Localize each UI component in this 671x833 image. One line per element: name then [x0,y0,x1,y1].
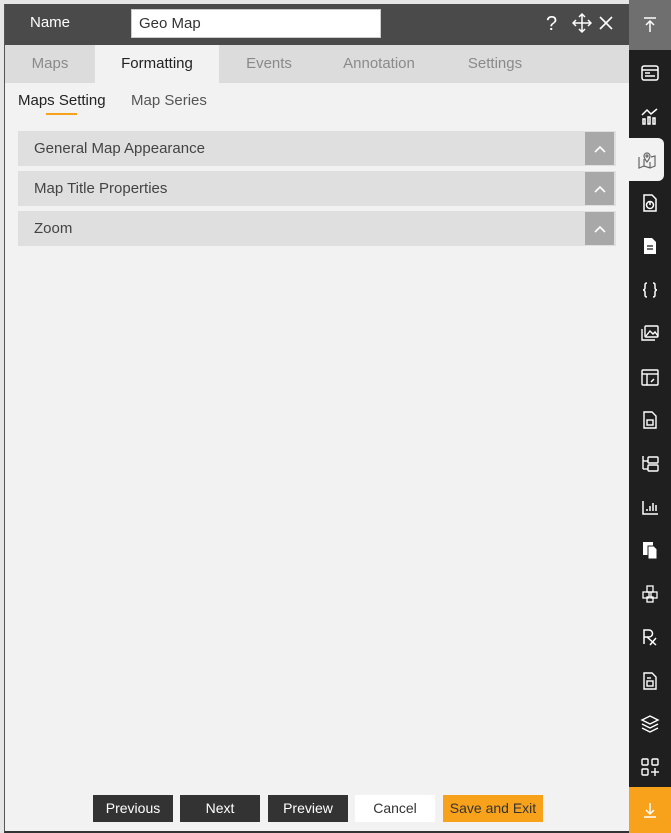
section-general-map-appearance[interactable]: General Map Appearance [18,131,616,166]
active-subtab-indicator [46,113,77,115]
copy-icon[interactable] [629,528,671,571]
section-title: Map Title Properties [34,180,168,197]
chevron-up-icon[interactable] [585,172,614,205]
preview-button[interactable]: Preview [268,795,348,822]
panel-header: Name ? [5,4,630,45]
pie-report-icon[interactable] [629,181,671,224]
tab-events[interactable]: Events [219,45,319,83]
chevron-up-icon[interactable] [585,132,614,165]
section-title: General Map Appearance [34,140,205,157]
name-label: Name [30,14,71,31]
cancel-button[interactable]: Cancel [355,795,435,822]
calculator-icon[interactable] [629,398,671,441]
rx-icon[interactable] [629,615,671,658]
cubes-icon[interactable] [629,572,671,615]
subtab-maps-setting[interactable]: Maps Setting [18,92,106,109]
question-icon[interactable]: ? [546,12,557,36]
layers-icon[interactable] [629,702,671,745]
document-icon[interactable] [629,224,671,267]
close-icon[interactable] [598,12,614,40]
tree-icon[interactable] [629,441,671,484]
tab-settings[interactable]: Settings [439,45,551,83]
name-input[interactable] [131,9,381,38]
calendar-icon[interactable] [629,355,671,398]
image-icon[interactable] [629,311,671,354]
previous-button[interactable]: Previous [93,795,173,822]
properties-panel: Name ? Maps Formatting Events Annotation… [4,4,630,833]
chevron-up-icon[interactable] [585,212,614,245]
tab-bar: Maps Formatting Events Annotation Settin… [5,45,630,83]
add-widget-icon[interactable] [629,745,671,788]
tab-maps[interactable]: Maps [5,45,95,83]
map-icon[interactable] [629,138,664,181]
scroll-bottom-icon[interactable] [629,787,671,833]
scroll-top-icon[interactable] [629,0,671,50]
section-zoom[interactable]: Zoom [18,211,616,246]
bar-chart-icon[interactable] [629,485,671,528]
save-and-exit-button[interactable]: Save and Exit [443,795,543,822]
section-title: Zoom [34,220,73,237]
code-braces-icon[interactable] [629,268,671,311]
move-icon[interactable] [571,12,593,40]
table-icon[interactable] [629,51,671,94]
next-button[interactable]: Next [180,795,260,822]
tab-formatting[interactable]: Formatting [95,45,219,83]
form-icon[interactable] [629,659,671,702]
subtab-map-series[interactable]: Map Series [131,92,207,109]
tab-annotation[interactable]: Annotation [319,45,439,83]
chart-icon[interactable] [629,94,671,137]
section-map-title-properties[interactable]: Map Title Properties [18,171,616,206]
tool-sidebar [629,0,671,833]
